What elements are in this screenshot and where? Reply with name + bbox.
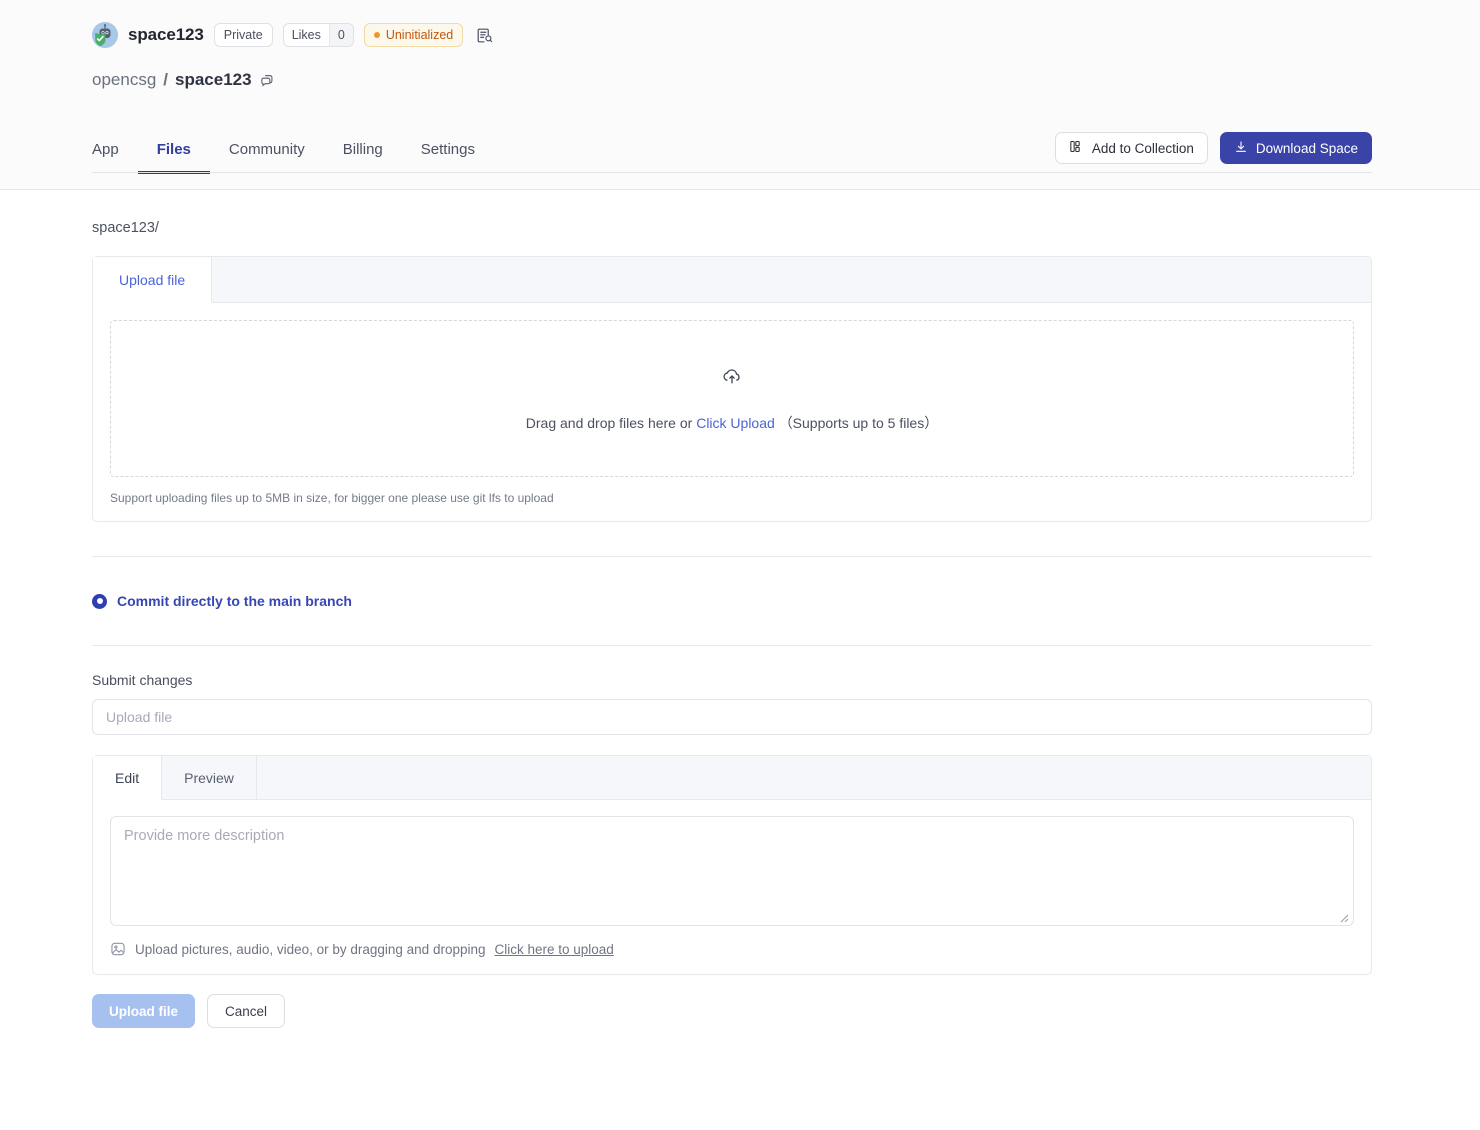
tab-preview[interactable]: Preview (162, 756, 257, 799)
commit-radio-label: Commit directly to the main branch (117, 593, 352, 609)
dropzone-text-after: （Supports up to 5 files） (778, 414, 939, 431)
upload-panel-tabs: Upload file (93, 257, 1371, 303)
cancel-button[interactable]: Cancel (207, 994, 286, 1028)
file-dropzone[interactable]: Drag and drop files here or Click Upload… (110, 320, 1354, 477)
breadcrumb-repo[interactable]: space123 (175, 70, 252, 90)
breadcrumb-owner[interactable]: opencsg (92, 70, 156, 90)
likes-label: Likes (291, 28, 321, 42)
description-textarea[interactable] (110, 816, 1354, 926)
add-to-collection-button[interactable]: Add to Collection (1054, 132, 1208, 164)
click-here-to-upload-link[interactable]: Click here to upload (495, 942, 614, 957)
log-search-icon[interactable] (473, 24, 495, 46)
description-editor: Edit Preview Up (92, 755, 1372, 975)
attachment-row: Upload pictures, audio, video, or by dra… (93, 926, 1371, 974)
status-label: Uninitialized (385, 27, 454, 42)
page-title: space123 (128, 25, 204, 44)
attachment-text: Upload pictures, audio, video, or by dra… (135, 941, 486, 957)
copy-icon[interactable] (260, 73, 275, 88)
submit-changes-label: Submit changes (92, 672, 193, 688)
status-badge: Uninitialized (363, 23, 464, 47)
page-root: space123 Private Likes 0 Uninitialized o… (0, 0, 1480, 1130)
upload-size-hint: Support uploading files up to 5MB in siz… (110, 491, 554, 505)
tab-app[interactable]: App (92, 141, 138, 174)
click-upload-link[interactable]: Click Upload (696, 415, 775, 431)
add-to-collection-label: Add to Collection (1091, 140, 1194, 156)
cloud-upload-icon (721, 365, 743, 392)
editor-tabs: Edit Preview (93, 756, 1371, 800)
robot-shield-avatar-icon (92, 22, 118, 48)
image-icon (110, 941, 126, 957)
tabs-underline (92, 172, 1372, 173)
commit-radio[interactable] (92, 593, 107, 609)
status-dot-icon (373, 32, 380, 38)
upload-panel: Upload file Drag and drop files here or … (92, 256, 1372, 522)
tab-files[interactable]: Files (137, 141, 210, 174)
commit-option-row[interactable]: Commit directly to the main branch (92, 565, 1480, 637)
textarea-wrapper (93, 800, 1371, 926)
upload-file-button[interactable]: Upload file (92, 994, 196, 1028)
visibility-label: Private (223, 27, 263, 42)
main-content: space123/ Upload file Drag and drop file… (0, 220, 1480, 1028)
repo-tabs-row: App Files Community Billing Settings Add (0, 132, 1480, 174)
path-crumb: space123/ (92, 220, 159, 236)
repo-tabs: App Files Community Billing Settings (92, 141, 494, 174)
likes-badge[interactable]: Likes 0 (282, 23, 354, 47)
breadcrumb: opencsg / space123 (0, 70, 1480, 90)
tab-billing[interactable]: Billing (324, 141, 402, 174)
header-actions: Add to Collection Download Space (1054, 132, 1372, 173)
breadcrumb-separator: / (163, 70, 169, 89)
form-footer: Upload file Cancel (92, 994, 1480, 1028)
download-icon (1234, 140, 1248, 157)
repo-title-row: space123 Private Likes 0 Uninitialized (0, 22, 1480, 48)
tab-upload-file[interactable]: Upload file (93, 257, 213, 303)
tab-settings[interactable]: Settings (402, 141, 494, 174)
tab-edit[interactable]: Edit (93, 756, 163, 800)
repo-header: space123 Private Likes 0 Uninitialized o… (0, 0, 1480, 190)
visibility-badge: Private (213, 23, 273, 47)
download-space-button[interactable]: Download Space (1219, 132, 1372, 164)
dropzone-text: Drag and drop files here or Click Upload… (526, 413, 938, 433)
likes-count: 0 (328, 24, 353, 46)
commit-summary-input[interactable] (92, 699, 1372, 735)
collection-icon (1069, 139, 1084, 157)
download-space-label: Download Space (1255, 140, 1358, 156)
dropzone-text-before: Drag and drop files here or (525, 414, 693, 431)
divider-above-commit (92, 556, 1372, 557)
divider-below-commit (92, 645, 1372, 646)
tab-community[interactable]: Community (210, 141, 324, 174)
